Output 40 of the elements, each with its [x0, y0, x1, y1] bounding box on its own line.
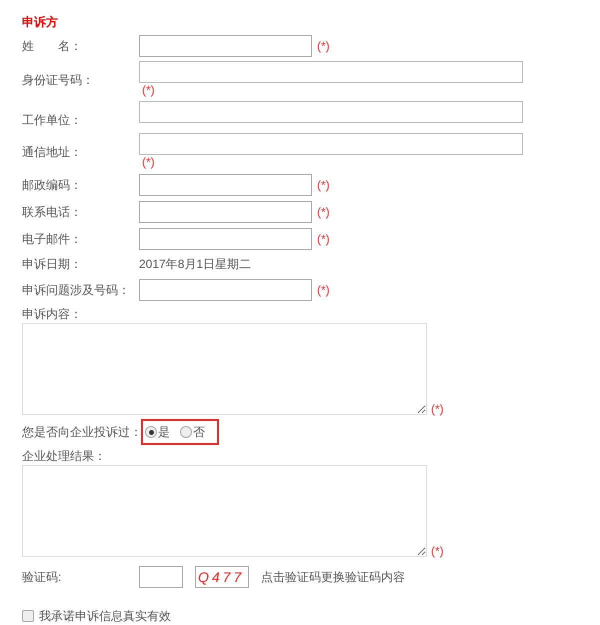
- required-mark: (*): [317, 38, 330, 54]
- text-area[interactable]: [22, 323, 427, 415]
- text-input[interactable]: [139, 133, 523, 155]
- required-mark: (*): [317, 282, 330, 298]
- text-input[interactable]: [139, 61, 523, 83]
- required-mark: (*): [431, 401, 444, 418]
- text-input[interactable]: [139, 101, 523, 123]
- required-mark: (*): [317, 230, 330, 248]
- captcha-label: 验证码:: [22, 569, 62, 586]
- required-mark: (*): [317, 176, 330, 194]
- text-input[interactable]: [139, 174, 312, 196]
- required-mark: (*): [317, 204, 330, 220]
- agreement-checkbox[interactable]: 我承诺申诉信息真实有效: [22, 607, 600, 625]
- field-label: 电子邮件：: [22, 230, 83, 248]
- captcha-hint: 点击验证码更换验证码内容: [261, 569, 405, 586]
- text-input[interactable]: [139, 200, 312, 222]
- field-label: 邮政编码：: [22, 176, 83, 194]
- captcha-input[interactable]: [139, 566, 183, 588]
- question-label: 您是否向企业投诉过：: [22, 424, 142, 441]
- text-input[interactable]: [139, 34, 312, 56]
- field-label: 申诉日期：: [22, 256, 83, 273]
- text-input[interactable]: [139, 228, 312, 250]
- section-title: 申诉方: [22, 14, 59, 31]
- field-label: 姓 名：: [22, 38, 83, 54]
- required-mark: (*): [142, 83, 156, 97]
- required-mark: (*): [431, 543, 444, 560]
- field-label: 企业处理结果：: [22, 448, 107, 465]
- radio-option[interactable]: 否: [180, 423, 205, 441]
- field-label: 通信地址：: [22, 144, 83, 161]
- field-label: 身份证号码：: [22, 72, 95, 89]
- date-value: 2017年8月1日星期二: [139, 256, 252, 273]
- captcha-image[interactable]: Q477: [195, 566, 249, 588]
- field-label: 工作单位：: [22, 112, 83, 129]
- field-label: 申诉问题涉及号码：: [22, 282, 131, 298]
- radio-option[interactable]: 是: [145, 423, 170, 441]
- field-label: 申诉内容：: [22, 306, 83, 323]
- text-input[interactable]: [139, 278, 312, 300]
- text-area[interactable]: [22, 465, 427, 557]
- field-label: 联系电话：: [22, 204, 83, 220]
- required-mark: (*): [142, 155, 156, 169]
